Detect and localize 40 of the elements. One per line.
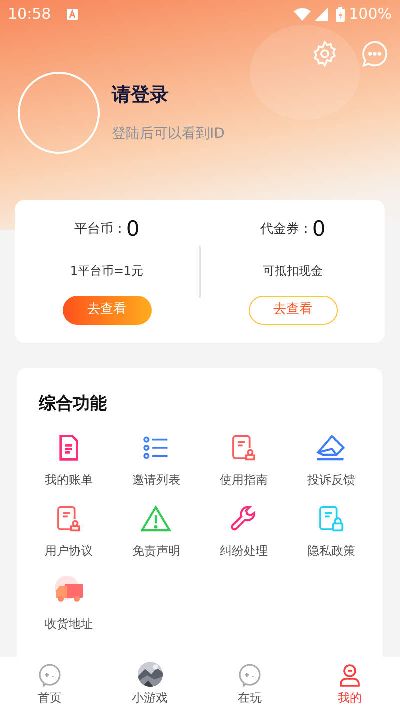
chat-icon — [238, 662, 262, 686]
chat-icon — [38, 662, 62, 686]
wifi-icon — [294, 8, 312, 20]
feature-link[interactable]: 邀请列表 — [132, 470, 180, 488]
feature-link[interactable]: 纠纷处理 — [220, 542, 268, 560]
warning-icon[interactable] — [141, 504, 172, 532]
status-time: 10:58 — [8, 4, 52, 25]
balance-value: 0 — [126, 216, 140, 243]
feature-link[interactable]: 隐私政策 — [307, 542, 356, 560]
balance-label: 平台币： — [74, 221, 126, 239]
section-title: 综合功能 — [38, 393, 108, 416]
document-person-icon[interactable] — [230, 434, 258, 462]
feature-link[interactable]: 用户协议 — [44, 542, 93, 560]
settings-icon[interactable] — [311, 40, 339, 68]
feature-link[interactable]: 投诉反馈 — [307, 470, 356, 488]
feature-link[interactable]: 我的账单 — [44, 470, 93, 488]
battery-percentage: 100% — [349, 4, 392, 25]
battery-icon — [336, 6, 346, 22]
feature-link[interactable]: 使用指南 — [220, 470, 268, 488]
login-title[interactable]: 请登录 — [112, 81, 225, 110]
feature-link[interactable]: 免责声明 — [132, 542, 180, 560]
user-icon — [338, 662, 362, 686]
feature-link[interactable]: 收货地址 — [44, 614, 93, 632]
envelope-icon[interactable] — [316, 434, 346, 462]
notification-icon — [67, 8, 78, 20]
document-person-icon[interactable] — [54, 504, 83, 532]
wrench-icon[interactable] — [230, 504, 258, 532]
nav-tab[interactable]: 在玩 — [200, 657, 300, 712]
nav-tab[interactable]: 小游戏 — [100, 657, 200, 712]
balance-value: 0 — [312, 216, 326, 243]
document-lock-icon[interactable] — [317, 504, 346, 532]
balance-note: 可抵扣现金 — [263, 262, 323, 280]
balance-note: 1平台币=1元 — [70, 262, 144, 280]
message-icon[interactable] — [361, 40, 389, 68]
nav-tab[interactable]: 首页 — [0, 657, 100, 712]
balance-label: 代金券： — [260, 221, 312, 239]
login-hint: 登陆后可以看到ID — [112, 124, 225, 144]
nav-tab[interactable]: 我的 — [300, 657, 400, 712]
avatar-placeholder[interactable] — [18, 72, 100, 154]
signal-icon — [315, 8, 328, 20]
